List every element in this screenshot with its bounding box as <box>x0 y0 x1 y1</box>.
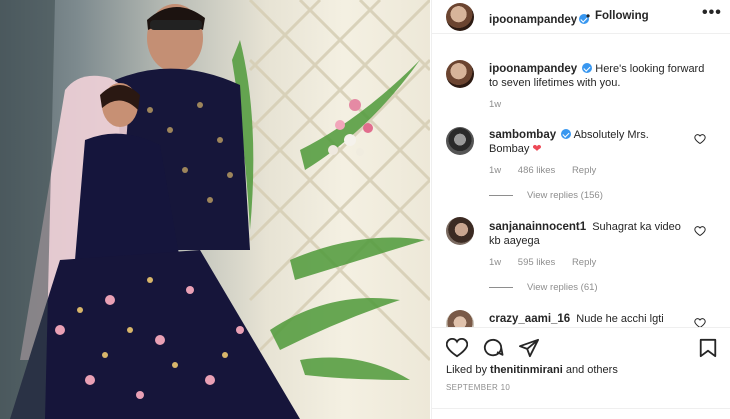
post-header: ipoonampandey • Following ••• <box>432 0 730 34</box>
like-comment-heart-icon[interactable] <box>694 317 706 327</box>
liked-by-suffix[interactable]: and others <box>566 364 618 376</box>
avatar[interactable] <box>446 310 474 327</box>
avatar[interactable] <box>446 3 474 31</box>
reply-button[interactable]: Reply <box>572 257 596 268</box>
comment-meta: 1w 595 likes Reply <box>489 257 610 268</box>
following-button[interactable]: Following <box>595 10 649 22</box>
heart-icon[interactable] <box>446 338 468 358</box>
caption-meta: 1w <box>489 99 515 110</box>
view-replies-button[interactable]: View replies (156) <box>489 190 603 201</box>
caption-text: ipoonampandey Here's looking forward to … <box>489 62 714 90</box>
caption-time[interactable]: 1w <box>489 99 501 110</box>
add-comment-area[interactable] <box>432 408 730 419</box>
share-icon[interactable] <box>518 338 540 358</box>
header-separator: • <box>586 9 591 23</box>
liked-by-text: Liked by thenitinmirani and others <box>446 364 618 376</box>
reply-button[interactable]: Reply <box>572 165 596 176</box>
header-username[interactable]: ipoonampandey <box>489 14 577 26</box>
comment-text: crazy_aami_16 Nude he acchi lgti <box>489 312 689 326</box>
replies-divider <box>489 194 513 196</box>
post-date[interactable]: SEPTEMBER 10 <box>446 383 510 392</box>
verified-badge-icon <box>582 63 593 73</box>
comment-text: sanjanainnocent1 Suhagrat ka video kb aa… <box>489 220 689 248</box>
comments-list[interactable]: ipoonampandey Here's looking forward to … <box>432 35 730 327</box>
comment-text: sambombay Absolutely Mrs. Bombay ❤ <box>489 128 689 156</box>
comment-likes[interactable]: 595 likes <box>518 257 556 268</box>
comment-username[interactable]: sambombay <box>489 129 556 141</box>
wedding-couple-image <box>0 0 430 419</box>
comment-username[interactable]: sanjanainnocent1 <box>489 221 586 233</box>
avatar[interactable] <box>446 127 474 155</box>
comment-time[interactable]: 1w <box>489 165 501 176</box>
comment-likes[interactable]: 486 likes <box>518 165 556 176</box>
comment-time[interactable]: 1w <box>489 257 501 268</box>
liked-by-prefix: Liked by <box>446 364 487 376</box>
view-replies-button[interactable]: View replies (61) <box>489 282 598 293</box>
bookmark-icon[interactable] <box>698 338 718 358</box>
verified-badge-icon <box>561 129 572 139</box>
more-options-icon[interactable]: ••• <box>702 4 722 22</box>
replies-divider <box>489 286 513 288</box>
like-comment-heart-icon[interactable] <box>694 133 706 145</box>
caption-username[interactable]: ipoonampandey <box>489 63 577 75</box>
avatar[interactable] <box>446 60 474 88</box>
comment-body: Nude he acchi lgti <box>576 313 664 325</box>
view-replies-label[interactable]: View replies (156) <box>527 190 603 201</box>
red-heart-emoji: ❤ <box>532 143 542 155</box>
post-actions: Liked by thenitinmirani and others SEPTE… <box>432 327 730 419</box>
comment-meta: 1w 486 likes Reply <box>489 165 610 176</box>
liked-by-username[interactable]: thenitinmirani <box>490 364 563 376</box>
comment-icon[interactable] <box>482 338 504 358</box>
avatar[interactable] <box>446 217 474 245</box>
like-comment-heart-icon[interactable] <box>694 225 706 237</box>
comment-username[interactable]: crazy_aami_16 <box>489 313 570 325</box>
view-replies-label[interactable]: View replies (61) <box>527 282 598 293</box>
post-photo[interactable] <box>0 0 430 419</box>
header-username-row[interactable]: ipoonampandey <box>489 10 590 28</box>
post-side-panel: ipoonampandey • Following ••• ipoonampan… <box>431 0 730 419</box>
